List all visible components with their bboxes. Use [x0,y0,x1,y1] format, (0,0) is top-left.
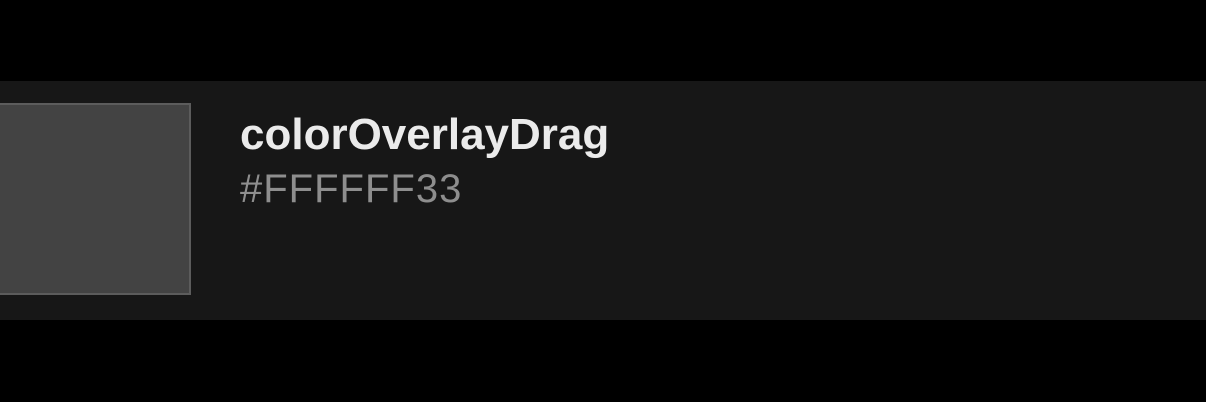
color-token-value: #FFFFFF33 [240,167,463,211]
color-token-name: colorOverlayDrag [240,110,610,159]
color-palette-screen: colorOverlayDrag #FFFFFF33 [0,0,1206,402]
color-token-row[interactable]: colorOverlayDrag #FFFFFF33 [0,81,1206,320]
color-swatch [0,103,191,295]
